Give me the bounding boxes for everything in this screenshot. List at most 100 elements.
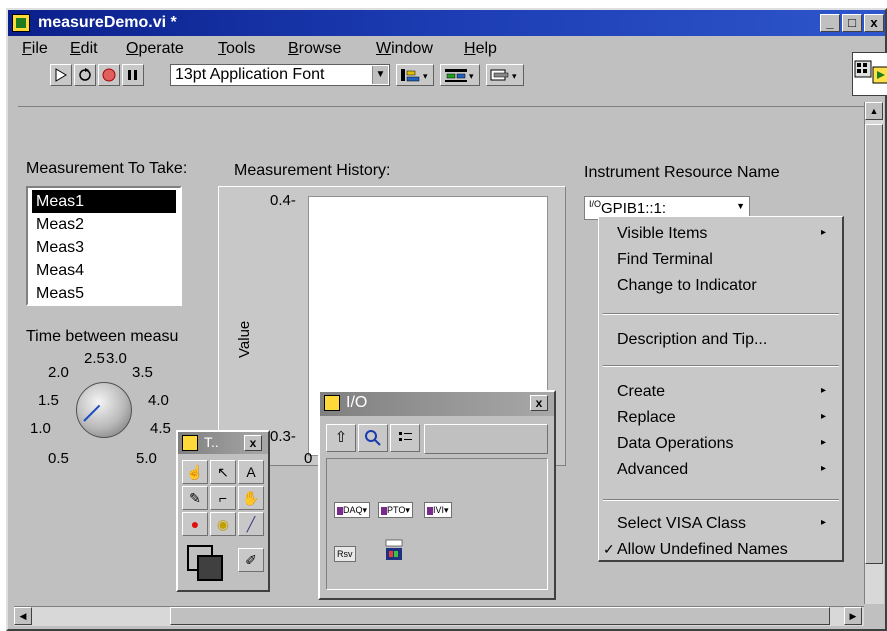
color-box-icon[interactable]	[184, 542, 234, 586]
menu-find-terminal[interactable]: Find Terminal	[617, 251, 713, 269]
menu-operate[interactable]: Operate	[126, 40, 184, 58]
menu-browse[interactable]: Browse	[288, 40, 341, 58]
labview-vi-window: measureDemo.vi * _ □ x File Edit Operate…	[6, 8, 887, 631]
pause-icon[interactable]	[122, 64, 144, 86]
probe-icon[interactable]: ◉	[210, 512, 236, 536]
connector-pane[interactable]	[852, 52, 887, 96]
measurement-label: Measurement To Take:	[26, 160, 188, 177]
visa-resource-icon[interactable]: Rsv	[334, 546, 356, 562]
svg-text:▾: ▾	[512, 72, 517, 82]
io-palette-titlebar[interactable]: I/O x	[320, 392, 554, 416]
list-item-meas5[interactable]: Meas5	[32, 282, 176, 305]
up-arrow-icon[interactable]: ⇧	[326, 424, 356, 452]
ivi-name-icon[interactable]: PTO▾	[378, 502, 413, 518]
list-item-meas1[interactable]: Meas1	[32, 190, 176, 213]
reorder-icon[interactable]: ▾	[486, 64, 524, 86]
submenu-arrow-icon: ▸	[821, 437, 827, 448]
menu-create[interactable]: Create	[617, 383, 665, 401]
distribute-objects-icon[interactable]: ▾	[440, 64, 480, 86]
svg-text:▾: ▾	[423, 72, 428, 82]
menu-allow-undefined-names[interactable]: Allow Undefined Names	[617, 541, 788, 559]
menu-advanced[interactable]: Advanced	[617, 461, 688, 479]
scroll-hand-icon[interactable]: ✋	[238, 486, 264, 510]
list-item-meas3[interactable]: Meas3	[32, 236, 176, 259]
menu-data-operations[interactable]: Data Operations	[617, 435, 734, 453]
knob-tick-3-0: 3.0	[106, 350, 127, 367]
breakpoint-icon[interactable]: ●	[182, 512, 208, 536]
y-axis-label: Value	[236, 320, 253, 358]
check-icon: ✓	[603, 541, 615, 557]
position-arrow-icon[interactable]: ↖	[210, 460, 236, 484]
run-continuously-icon[interactable]	[74, 64, 96, 86]
x-tick-0: 0	[304, 450, 313, 467]
maximize-button[interactable]: □	[842, 14, 862, 32]
label-text-icon[interactable]: A	[238, 460, 264, 484]
menu-change-to-indicator[interactable]: Change to Indicator	[617, 277, 757, 295]
scroll-left-icon[interactable]: ◀	[14, 607, 32, 625]
run-arrow-icon[interactable]	[50, 64, 72, 86]
submenu-arrow-icon: ▸	[821, 385, 827, 396]
daq-channel-icon[interactable]: DAQ▾	[334, 502, 371, 518]
submenu-arrow-icon: ▸	[821, 227, 827, 238]
options-icon[interactable]	[390, 424, 420, 452]
io-palette: I/O x ⇧ DAQ▾ PTO▾ IVI▾ Rsv	[318, 390, 556, 600]
list-item-meas2[interactable]: Meas2	[32, 213, 176, 236]
time-knob[interactable]	[76, 382, 132, 438]
vi-app-icon	[12, 14, 30, 32]
knob-tick-1-0: 1.0	[30, 420, 51, 437]
minimize-button[interactable]: _	[820, 14, 840, 32]
font-ring-dropdown[interactable]: 13pt Application Font ▼	[170, 64, 390, 86]
operate-hand-icon[interactable]: ☝	[182, 460, 208, 484]
close-icon[interactable]: x	[530, 395, 548, 411]
vi-app-icon	[182, 435, 198, 451]
menu-tools[interactable]: Tools	[218, 40, 255, 58]
io-palette-toolbar	[424, 424, 548, 454]
close-icon[interactable]: x	[244, 435, 262, 451]
menu-separator	[603, 313, 839, 315]
menu-description-and-tip[interactable]: Description and Tip...	[617, 331, 767, 349]
close-button[interactable]: x	[864, 14, 884, 32]
chevron-down-icon: ▼	[372, 66, 388, 84]
menu-window[interactable]: Window	[376, 40, 433, 58]
paintbrush-icon[interactable]: ✐	[238, 548, 264, 572]
context-menu: Visible Items ▸ Find Terminal Change to …	[598, 216, 844, 562]
knob-tick-0-5: 0.5	[48, 450, 69, 467]
abort-stop-icon[interactable]	[98, 64, 120, 86]
measurement-listbox[interactable]: Meas1 Meas2 Meas3 Meas4 Meas5	[26, 186, 182, 306]
vi-app-icon	[324, 395, 340, 411]
instrument-value: GPIB1::1:	[601, 200, 667, 217]
instrument-label: Instrument Resource Name	[584, 164, 780, 181]
menu-file[interactable]: File	[22, 40, 48, 58]
imaq-session-icon[interactable]	[384, 538, 406, 562]
vertical-scroll-thumb[interactable]	[865, 124, 883, 564]
io-badge: I/O	[589, 199, 602, 209]
scroll-right-icon[interactable]: ▶	[844, 607, 862, 625]
menu-edit[interactable]: Edit	[70, 40, 98, 58]
vertical-scrollbar[interactable]: ▲	[864, 102, 884, 604]
menu-select-visa-class[interactable]: Select VISA Class	[617, 515, 746, 533]
object-shortcut-icon[interactable]: ⌐	[210, 486, 236, 510]
wiring-spool-icon[interactable]: ✎	[182, 486, 208, 510]
menu-bar: File Edit Operate Tools Browse Window He…	[8, 36, 856, 62]
horizontal-scroll-thumb[interactable]	[170, 607, 830, 625]
menu-help[interactable]: Help	[464, 40, 497, 58]
y-tick-0-3: 0.3-	[270, 428, 296, 445]
menu-separator	[603, 499, 839, 501]
horizontal-scrollbar[interactable]: ◀ ▶	[14, 606, 864, 626]
ivi-logical-icon[interactable]: IVI▾	[424, 502, 452, 518]
align-objects-icon[interactable]: ▾	[396, 64, 434, 86]
list-item-meas4[interactable]: Meas4	[32, 259, 176, 282]
color-dropper-icon[interactable]: ╱	[238, 512, 264, 536]
title-bar[interactable]: measureDemo.vi * _ □ x	[8, 10, 885, 36]
knob-tick-5-0: 5.0	[136, 450, 157, 467]
scroll-up-icon[interactable]: ▲	[865, 102, 883, 120]
y-tick-0-4: 0.4-	[270, 192, 296, 209]
menu-replace[interactable]: Replace	[617, 409, 676, 427]
submenu-arrow-icon: ▸	[821, 463, 827, 474]
knob-tick-1-5: 1.5	[38, 392, 59, 409]
window-title: measureDemo.vi *	[38, 14, 177, 31]
menu-visible-items[interactable]: Visible Items	[617, 225, 707, 243]
search-icon[interactable]	[358, 424, 388, 452]
tools-palette-titlebar[interactable]: T.. x	[178, 432, 268, 454]
svg-text:▾: ▾	[469, 72, 474, 82]
